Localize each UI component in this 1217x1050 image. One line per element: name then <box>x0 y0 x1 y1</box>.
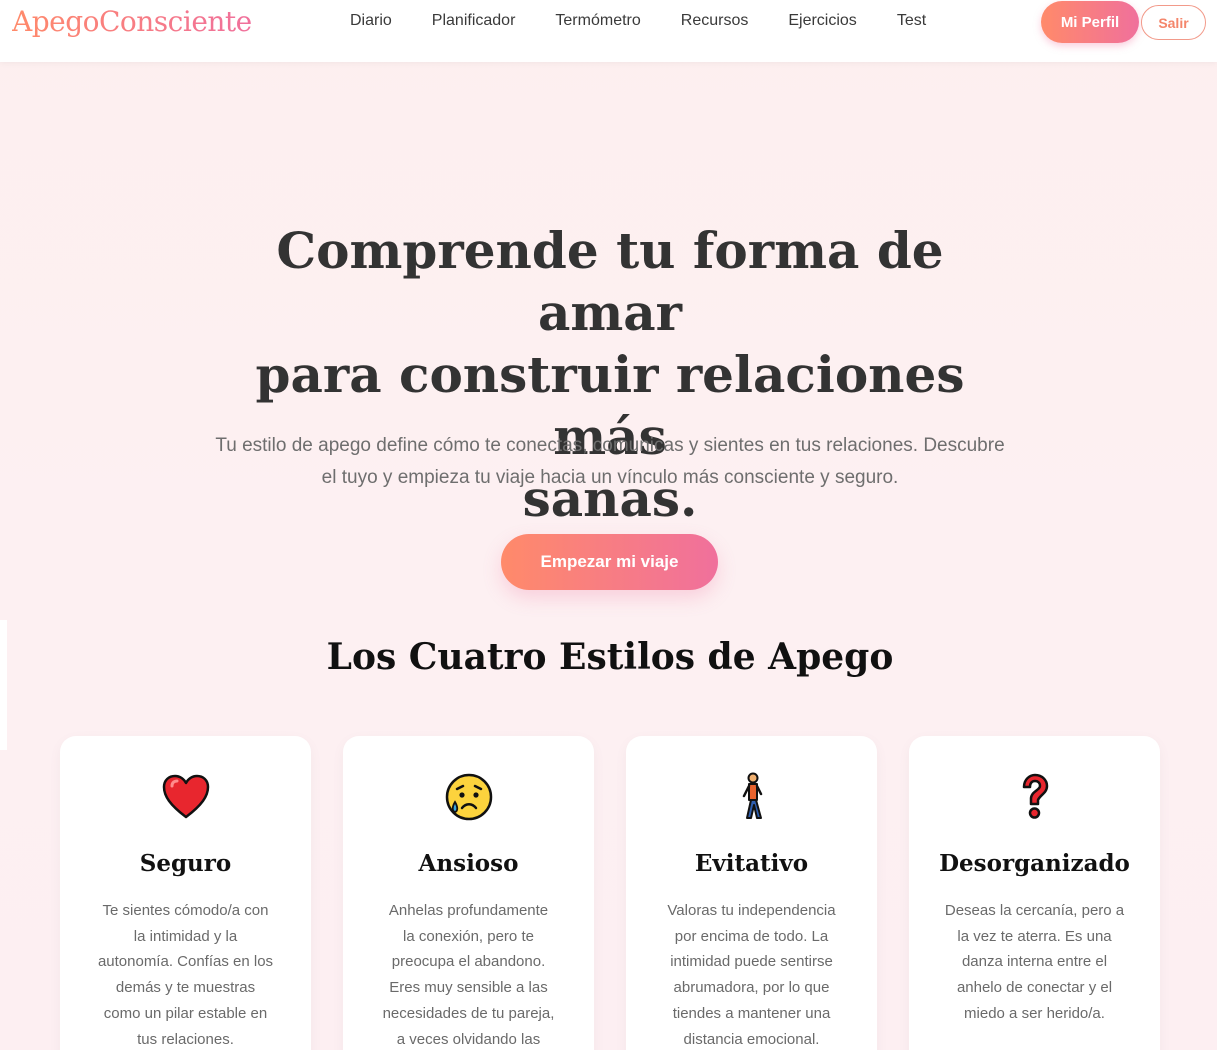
heart-icon <box>60 772 311 822</box>
card-description: Valoras tu independencia por encima de t… <box>654 898 849 1050</box>
card-text-line: a veces olvidando las <box>396 1030 541 1048</box>
card-text-line: intimidad puede sentirse <box>670 953 833 971</box>
card-text-line: como un pilar estable en <box>103 1004 268 1022</box>
card-text-line: Deseas la cercanía, pero a <box>944 902 1125 919</box>
nav-item-test[interactable]: Test <box>897 12 926 30</box>
card-title: Evitativo <box>694 850 809 877</box>
start-journey-button[interactable]: Empezar mi viaje <box>501 534 718 590</box>
nav-item-ejercicios[interactable]: Ejercicios <box>788 12 856 30</box>
card-text-line: preocupa el abandono. <box>391 953 546 971</box>
card-text-line: la conexión, pero te <box>403 927 534 945</box>
attachment-card-seguro[interactable]: Seguro Te sientes cómodo/a con la intimi… <box>60 736 311 1050</box>
card-text-line: autonomía. Confías en los <box>97 953 274 971</box>
card-text-line: la vez te aterra. Es una <box>957 927 1112 945</box>
card-title: Ansioso <box>418 850 519 877</box>
attachment-card-ansioso[interactable]: Ansioso Anhelas profundamente la conexió… <box>343 736 594 1050</box>
question-mark-icon <box>909 772 1160 822</box>
card-text-line: danza interna entre el <box>961 953 1108 971</box>
hero-title-line: Comprende tu forma de amar <box>276 221 944 342</box>
card-description: Te sientes cómodo/a con la intimidad y l… <box>88 898 283 1050</box>
card-text-line: por encima de todo. La <box>674 927 829 945</box>
walking-person-icon <box>626 772 877 822</box>
top-navbar: ApegoConsciente Diario Planificador Term… <box>0 0 1217 62</box>
card-text-line: la intimidad y la <box>133 927 238 945</box>
card-title: Desorganizado <box>939 850 1130 877</box>
hero-subtitle-line: Tu estilo de apego define cómo te conect… <box>215 435 1005 456</box>
section-title: Los Cuatro Estilos de Apego <box>326 636 894 678</box>
card-description: Anhelas profundamente la conexión, pero … <box>371 898 566 1050</box>
card-text-line: distancia emocional. <box>683 1030 820 1048</box>
card-text-line: Anhelas profundamente <box>388 902 549 919</box>
nav-item-planificador[interactable]: Planificador <box>432 12 516 30</box>
hero-subtitle: Tu estilo de apego define cómo te conect… <box>200 430 1020 494</box>
attachment-card-evitativo[interactable]: Evitativo Valoras tu independencia por e… <box>626 736 877 1050</box>
card-description: Deseas la cercanía, pero a la vez te ate… <box>937 898 1132 1027</box>
card-text-line: miedo a ser herido/a. <box>964 1004 1105 1022</box>
card-text-line: anhelo de conectar y el <box>956 979 1113 997</box>
card-text-line: tiendes a mantener una <box>672 1004 831 1022</box>
card-text-line: demás y te muestras <box>115 979 256 997</box>
card-text-line: necesidades de tu pareja, <box>382 1004 555 1022</box>
card-text-line: Te sientes cómodo/a con <box>102 902 269 919</box>
logout-button[interactable]: Salir <box>1141 5 1206 40</box>
nav-item-recursos[interactable]: Recursos <box>681 12 749 30</box>
card-text-line: Eres muy sensible a las <box>389 979 548 997</box>
card-text-line: abrumadora, por lo que <box>673 979 830 997</box>
nav-item-diario[interactable]: Diario <box>350 12 392 30</box>
page-edge-divider <box>0 620 7 750</box>
card-text-line: tus relaciones. <box>137 1030 234 1048</box>
nav-item-termometro[interactable]: Termómetro <box>555 12 640 30</box>
hero-subtitle-line: el tuyo y empieza tu viaje hacia un vínc… <box>321 467 899 488</box>
main-nav: Diario Planificador Termómetro Recursos … <box>350 12 966 30</box>
card-text-line: Valoras tu independencia <box>667 902 836 919</box>
attachment-card-desorganizado[interactable]: Desorganizado Deseas la cercanía, pero a… <box>909 736 1160 1050</box>
site-logo[interactable]: ApegoConsciente <box>12 5 252 38</box>
sad-tear-face-icon <box>343 772 594 822</box>
profile-button[interactable]: Mi Perfil <box>1041 1 1139 43</box>
card-title: Seguro <box>139 850 232 877</box>
